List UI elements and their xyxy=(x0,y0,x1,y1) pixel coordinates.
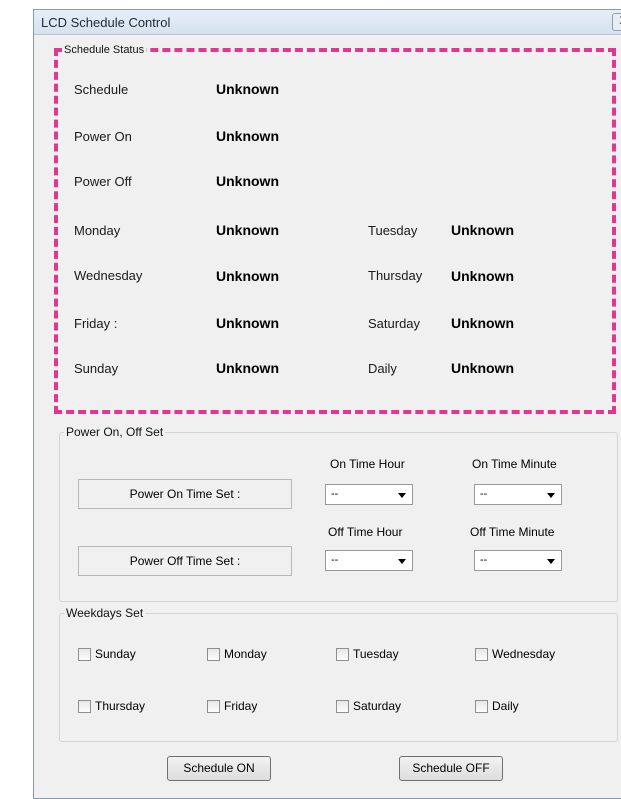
schedule-value: Unknown xyxy=(216,81,279,97)
checkbox-friday[interactable]: Friday xyxy=(207,699,257,713)
schedule-status-legend: Schedule Status xyxy=(62,44,147,56)
friday-status-label: Friday : xyxy=(74,316,118,331)
monday-status-value: Unknown xyxy=(216,222,279,238)
checkbox-saturday[interactable]: Saturday xyxy=(336,699,401,713)
checkbox-label: Monday xyxy=(224,647,267,661)
schedule-status-group: Schedule Status xyxy=(54,44,616,414)
checkbox-thursday[interactable]: Thursday xyxy=(78,699,145,713)
off-hour-value: -- xyxy=(331,554,339,566)
chevron-down-icon xyxy=(398,493,406,498)
checkbox-box[interactable] xyxy=(336,699,349,713)
checkbox-label: Thursday xyxy=(95,699,146,713)
checkbox-tuesday[interactable]: Tuesday xyxy=(336,647,399,661)
off-hour-header: Off Time Hour xyxy=(328,525,403,539)
daily-status-value: Unknown xyxy=(451,360,514,376)
tuesday-status-value: Unknown xyxy=(451,222,514,238)
power-on-time-label: Power On Time Set : xyxy=(78,479,292,509)
checkbox-label: Tuesday xyxy=(353,647,399,661)
sunday-status-value: Unknown xyxy=(216,360,279,376)
power-off-time-label: Power Off Time Set : xyxy=(78,546,292,576)
off-hour-select[interactable]: -- xyxy=(325,550,413,571)
on-hour-select[interactable]: -- xyxy=(325,484,413,505)
chevron-down-icon xyxy=(398,559,406,564)
schedule-on-button[interactable]: Schedule ON xyxy=(167,756,271,781)
checkbox-label: Sunday xyxy=(95,647,136,661)
chevron-down-icon xyxy=(547,493,555,498)
off-minute-value: -- xyxy=(480,554,488,566)
checkbox-label: Daily xyxy=(492,699,519,713)
checkbox-monday[interactable]: Monday xyxy=(207,647,267,661)
tuesday-status-label: Tuesday xyxy=(368,223,418,238)
on-minute-select[interactable]: -- xyxy=(474,484,562,505)
saturday-status-label: Saturday xyxy=(368,316,421,331)
checkbox-box[interactable] xyxy=(78,647,91,661)
wednesday-status-value: Unknown xyxy=(216,268,279,284)
checkbox-box[interactable] xyxy=(78,699,91,713)
checkbox-daily[interactable]: Daily xyxy=(475,699,519,713)
checkbox-box[interactable] xyxy=(207,647,220,661)
checkbox-box[interactable] xyxy=(475,699,488,713)
schedule-window: LCD Schedule Control X Schedule Status S… xyxy=(33,9,621,799)
thursday-status-value: Unknown xyxy=(451,268,514,284)
power-on-value: Unknown xyxy=(216,128,279,144)
power-on-label: Power On xyxy=(74,129,132,144)
daily-status-label: Daily xyxy=(368,361,397,376)
schedule-off-button[interactable]: Schedule OFF xyxy=(399,756,503,781)
title-bar: LCD Schedule Control X xyxy=(34,10,621,35)
on-minute-value: -- xyxy=(480,488,488,500)
on-hour-value: -- xyxy=(331,488,339,500)
schedule-label: Schedule xyxy=(74,82,129,97)
checkbox-label: Saturday xyxy=(353,699,402,713)
sunday-status-label: Sunday xyxy=(74,361,119,376)
chevron-down-icon xyxy=(547,559,555,564)
power-off-value: Unknown xyxy=(216,173,279,189)
checkbox-label: Wednesday xyxy=(492,647,556,661)
weekdays-set-group: Weekdays Set xyxy=(59,606,618,742)
close-icon[interactable]: X xyxy=(612,13,621,31)
power-off-label: Power Off xyxy=(74,174,132,189)
wednesday-status-label: Wednesday xyxy=(74,268,143,283)
friday-status-value: Unknown xyxy=(216,315,279,331)
checkbox-label: Friday xyxy=(224,699,258,713)
checkbox-sunday[interactable]: Sunday xyxy=(78,647,136,661)
window-title: LCD Schedule Control xyxy=(41,15,171,30)
checkbox-wednesday[interactable]: Wednesday xyxy=(475,647,555,661)
thursday-status-label: Thursday xyxy=(368,268,423,283)
monday-status-label: Monday xyxy=(74,223,121,238)
weekdays-set-legend: Weekdays Set xyxy=(64,606,146,620)
on-minute-header: On Time Minute xyxy=(472,457,557,471)
checkbox-box[interactable] xyxy=(207,699,220,713)
on-hour-header: On Time Hour xyxy=(330,457,405,471)
checkbox-box[interactable] xyxy=(336,647,349,661)
off-minute-select[interactable]: -- xyxy=(474,550,562,571)
saturday-status-value: Unknown xyxy=(451,315,514,331)
checkbox-box[interactable] xyxy=(475,647,488,661)
off-minute-header: Off Time Minute xyxy=(470,525,555,539)
power-set-legend: Power On, Off Set xyxy=(64,425,166,439)
